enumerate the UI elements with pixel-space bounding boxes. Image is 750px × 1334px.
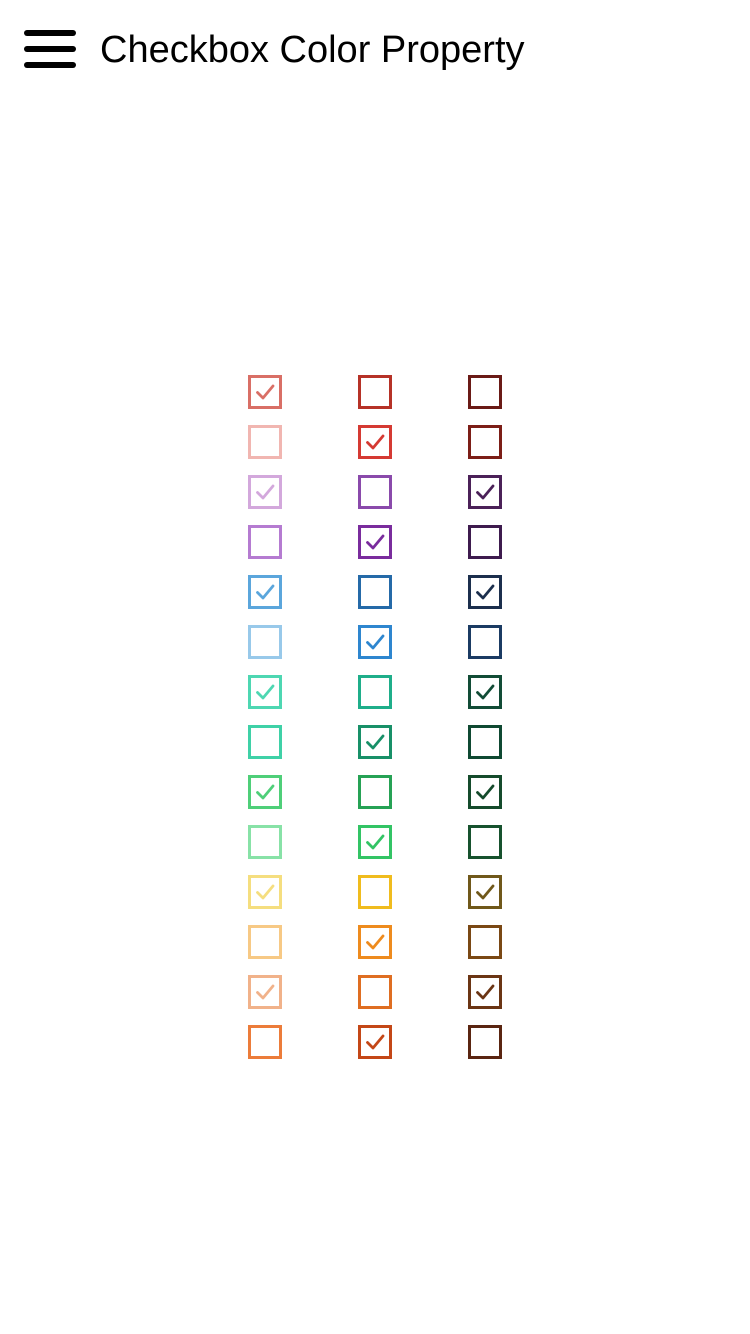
checkbox[interactable]	[358, 675, 392, 709]
checkbox[interactable]	[248, 475, 282, 509]
page-title: Checkbox Color Property	[100, 29, 525, 71]
checkbox[interactable]	[248, 625, 282, 659]
checkmark-icon	[256, 884, 275, 900]
checkbox[interactable]	[468, 675, 502, 709]
checkmark-icon	[366, 934, 385, 950]
checkmark-icon	[476, 584, 495, 600]
checkbox-grid	[248, 375, 502, 1059]
checkbox[interactable]	[358, 925, 392, 959]
checkmark-icon	[256, 484, 275, 500]
checkmark-icon	[256, 584, 275, 600]
checkbox[interactable]	[468, 1025, 502, 1059]
checkmark-icon	[476, 784, 495, 800]
checkmark-icon	[256, 684, 275, 700]
checkmark-icon	[366, 434, 385, 450]
checkbox[interactable]	[248, 775, 282, 809]
checkmark-icon	[476, 884, 495, 900]
checkbox[interactable]	[468, 875, 502, 909]
checkbox[interactable]	[248, 825, 282, 859]
menu-bar	[24, 46, 76, 52]
checkbox[interactable]	[248, 425, 282, 459]
checkbox[interactable]	[358, 725, 392, 759]
menu-bar	[24, 62, 76, 68]
checkbox[interactable]	[468, 525, 502, 559]
checkbox[interactable]	[248, 375, 282, 409]
checkbox[interactable]	[248, 975, 282, 1009]
checkbox[interactable]	[468, 775, 502, 809]
checkbox[interactable]	[248, 875, 282, 909]
hamburger-menu-icon[interactable]	[24, 30, 76, 70]
checkmark-icon	[476, 684, 495, 700]
checkmark-icon	[476, 484, 495, 500]
checkbox[interactable]	[468, 975, 502, 1009]
checkbox[interactable]	[248, 525, 282, 559]
checkbox[interactable]	[358, 425, 392, 459]
checkbox[interactable]	[468, 625, 502, 659]
checkbox[interactable]	[468, 475, 502, 509]
checkbox[interactable]	[468, 825, 502, 859]
checkbox[interactable]	[248, 1025, 282, 1059]
checkmark-icon	[366, 634, 385, 650]
checkbox[interactable]	[358, 625, 392, 659]
checkbox[interactable]	[358, 575, 392, 609]
checkmark-icon	[366, 734, 385, 750]
checkbox[interactable]	[358, 875, 392, 909]
checkmark-icon	[256, 384, 275, 400]
checkbox[interactable]	[468, 725, 502, 759]
checkbox[interactable]	[358, 475, 392, 509]
checkmark-icon	[366, 834, 385, 850]
checkbox[interactable]	[358, 975, 392, 1009]
menu-bar	[24, 30, 76, 36]
checkmark-icon	[256, 784, 275, 800]
checkbox[interactable]	[358, 525, 392, 559]
checkbox[interactable]	[358, 375, 392, 409]
checkmark-icon	[366, 1034, 385, 1050]
checkmark-icon	[476, 984, 495, 1000]
checkbox[interactable]	[358, 1025, 392, 1059]
checkbox[interactable]	[248, 925, 282, 959]
checkbox[interactable]	[358, 775, 392, 809]
checkbox[interactable]	[248, 575, 282, 609]
checkbox[interactable]	[248, 725, 282, 759]
header: Checkbox Color Property	[0, 0, 750, 100]
checkbox[interactable]	[468, 575, 502, 609]
checkbox[interactable]	[358, 825, 392, 859]
checkbox[interactable]	[468, 375, 502, 409]
checkbox[interactable]	[248, 675, 282, 709]
checkbox[interactable]	[468, 925, 502, 959]
checkmark-icon	[366, 534, 385, 550]
checkbox[interactable]	[468, 425, 502, 459]
checkmark-icon	[256, 984, 275, 1000]
